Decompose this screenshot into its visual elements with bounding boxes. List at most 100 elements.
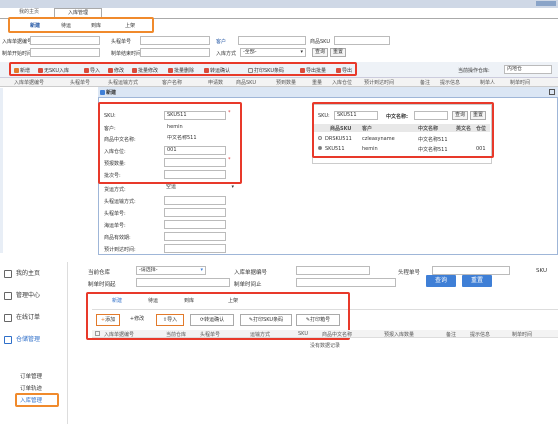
filter-entry-no-label: 入库单据编号: [2, 39, 33, 45]
dialog-leg-no-input[interactable]: [164, 208, 226, 217]
left-edge-bar: [0, 88, 3, 253]
top-col-3[interactable]: 客户名称: [162, 79, 182, 86]
b-col-4: SKU: [298, 331, 308, 337]
b-col-1: 当前仓库: [166, 332, 187, 338]
order-icon: [4, 313, 12, 322]
sidebar-sub-orders[interactable]: 订单管理: [20, 372, 42, 380]
warehouse-icon: [4, 335, 12, 344]
b-empty-text: 没有数据记录: [310, 343, 341, 349]
chevron-down-icon: ▾: [200, 267, 203, 273]
warehouse-value: 内地仓: [507, 66, 523, 72]
dialog-arrival-input[interactable]: [164, 244, 226, 253]
top-col-5[interactable]: 商品SKU: [236, 79, 256, 86]
sidebar-item-admin[interactable]: 管理中心: [4, 286, 40, 306]
sidebar-sub-tracking[interactable]: 订单轨迹: [20, 384, 42, 392]
toolbar-warehouse-label: 当前操作仓库:: [458, 68, 490, 74]
top-reset-button[interactable]: 重置: [330, 48, 346, 57]
b-warehouse-select[interactable]: -请选择- ▾: [136, 266, 206, 275]
b-select-all-checkbox[interactable]: [95, 331, 100, 336]
search-panel-highlight: [312, 102, 494, 158]
dialog-transfer-no-input[interactable]: [164, 220, 226, 229]
b-warehouse-label: 当前仓库: [88, 270, 111, 276]
b-create-time-input[interactable]: [136, 278, 230, 287]
chevron-down-icon: ▾: [231, 184, 234, 190]
filter-product-sku-input[interactable]: [334, 36, 390, 45]
filter-customer-label: 客户: [216, 39, 227, 45]
subtab-highlight: [8, 17, 154, 33]
dialog-valid-date-input[interactable]: [164, 232, 226, 241]
filter-end-time-label: 制单结束时间: [111, 51, 142, 57]
filter-leg-no-input[interactable]: [140, 36, 210, 45]
filter-end-time-input[interactable]: [140, 48, 210, 57]
b-col-7: 备注: [446, 332, 457, 338]
b-warehouse-placeholder: -请选择-: [139, 267, 158, 273]
entry-method-value: -全部-: [243, 49, 257, 55]
top-col-6[interactable]: 预到数量: [276, 79, 296, 86]
top-col-2[interactable]: 头程运输方式: [108, 79, 138, 86]
sidebar-inbound-highlight: [15, 393, 59, 407]
top-col-1[interactable]: 头程单号: [70, 79, 90, 86]
filter-create-time-label: 制单开始时间: [2, 51, 33, 57]
b-create-time-label: 制单时间起: [88, 282, 116, 288]
ship-method-value: 空运: [166, 184, 177, 190]
top-col-9[interactable]: 预计到达时间: [364, 79, 394, 86]
bottom-screenshot: 我的主页 管理中心 在线订单 仓储管理 订单管理 订单轨迹 入库管理 当前仓库 …: [0, 262, 558, 424]
b-col-8: 提示信息: [470, 332, 491, 338]
dialog-form-highlight: [98, 102, 242, 184]
dialog-transfer-no-label: 海运单号:: [104, 223, 126, 229]
dialog-leg-method-input[interactable]: [164, 196, 226, 205]
b-col-6: 预报入库数量: [384, 332, 415, 338]
b-col-2: 头程单号: [200, 332, 221, 338]
b-end-time-input[interactable]: [296, 278, 396, 287]
top-col-13[interactable]: 制单时间: [510, 79, 530, 86]
new-dialog-title: 新建: [100, 89, 116, 96]
b-leg-no-label: 头程单号: [398, 270, 421, 276]
home-icon: [4, 269, 12, 278]
dialog-close-icon[interactable]: [549, 89, 555, 95]
dialog-leg-no-label: 头程单号:: [104, 211, 126, 217]
b-reset-button[interactable]: 重置: [462, 275, 492, 287]
filter-create-time-input[interactable]: [30, 48, 100, 57]
top-col-10[interactable]: 备注: [420, 79, 430, 86]
b-entry-no-input[interactable]: [296, 266, 370, 275]
sidebar-item-orders[interactable]: 在线订单: [4, 308, 40, 328]
grid-icon: [4, 291, 12, 300]
dialog-ship-method-select[interactable]: 空运 ▾: [164, 184, 236, 193]
b-sku-label: SKU: [536, 268, 547, 274]
top-col-7[interactable]: 重量: [312, 79, 322, 86]
top-col-12[interactable]: 制单人: [480, 79, 495, 86]
toolbar-warehouse-select[interactable]: 内地仓: [504, 65, 552, 74]
chevron-down-icon: ▾: [300, 49, 303, 55]
top-col-0[interactable]: 入库单据编号: [14, 79, 44, 86]
top-query-button[interactable]: 查询: [312, 48, 328, 57]
dialog-valid-date-label: 商品有效期:: [104, 235, 131, 241]
filter-entry-method-label: 入库方式: [216, 51, 237, 57]
sidebar-item-warehouse[interactable]: 仓储管理: [4, 330, 40, 350]
b-end-time-label: 制单时间止: [234, 282, 262, 288]
filter-entry-no-input[interactable]: [30, 36, 100, 45]
sidebar-item-home[interactable]: 我的主页: [4, 264, 40, 284]
dialog-ship-method-label: 货运方式:: [104, 187, 126, 193]
top-col-8[interactable]: 入库仓位: [332, 79, 352, 86]
window-controls[interactable]: [536, 1, 556, 6]
new-dialog-header: [98, 87, 558, 98]
dialog-leg-method-label: 头程运输方式:: [104, 199, 136, 205]
b-entry-no-label: 入库单据编号: [234, 270, 268, 276]
toolbar-highlight: [9, 62, 357, 76]
b-col-9: 制单时间: [512, 332, 533, 338]
top-title-strip: [0, 0, 558, 8]
top-col-4[interactable]: 申请数: [208, 79, 223, 86]
b-leg-no-input[interactable]: [432, 266, 510, 275]
b-col-5: 商品中文名称: [322, 332, 353, 338]
filter-entry-method-select[interactable]: -全部- ▾: [240, 48, 306, 57]
b-col-0: 入库单据编号: [104, 332, 135, 338]
filter-product-sku-label: 商品SKU: [310, 39, 330, 45]
top-col-11[interactable]: 提示信息: [440, 79, 460, 86]
filter-customer-input[interactable]: [238, 36, 306, 45]
filter-leg-no-label: 头程单号: [111, 39, 132, 45]
b-query-button[interactable]: 查询: [426, 275, 456, 287]
b-col-3: 运输方式: [250, 332, 271, 338]
dialog-arrival-label: 预计到达时间:: [104, 247, 136, 253]
dialog-icon: [100, 90, 105, 95]
top-screenshot: 我的主页 入库管理 新建 待运 到库 上架 入库单据编号 头程单号 客户 商品S…: [0, 0, 558, 255]
